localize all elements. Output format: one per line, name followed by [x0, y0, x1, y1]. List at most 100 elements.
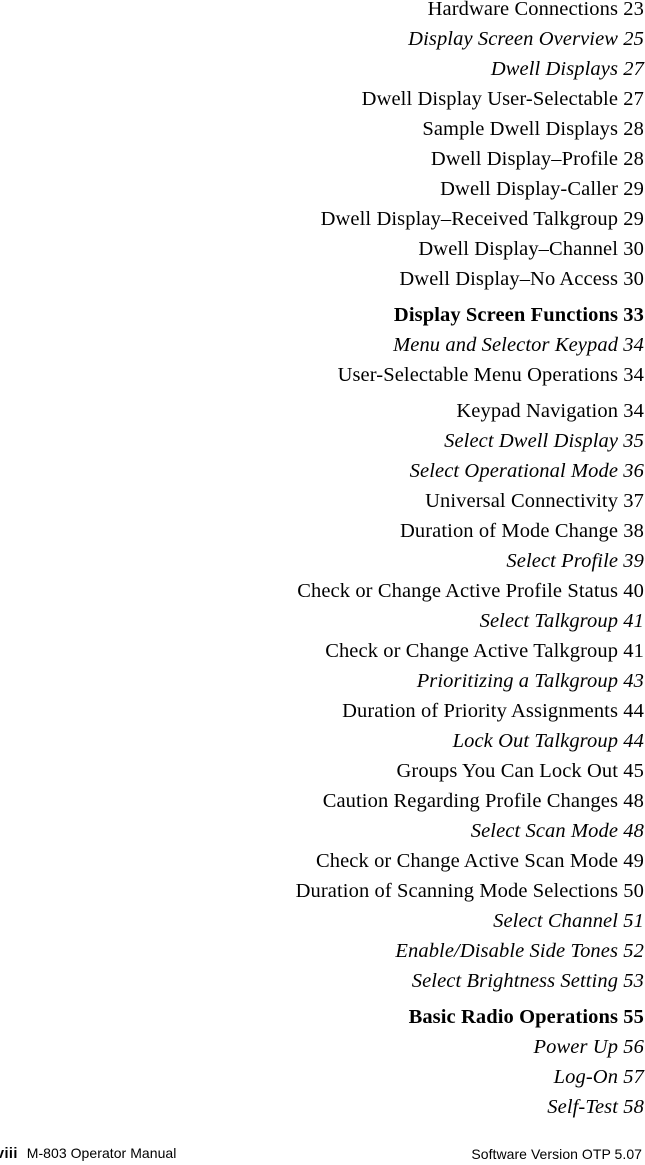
toc-entry[interactable]: Basic Radio Operations 55 — [0, 1002, 644, 1032]
toc-entry-page-number: 41 — [623, 610, 644, 632]
toc-entry[interactable]: Groups You Can Lock Out 45 — [0, 756, 644, 786]
toc-entry[interactable]: Power Up 56 — [0, 1032, 644, 1062]
toc-entry[interactable]: Caution Regarding Profile Changes 48 — [0, 786, 644, 816]
toc-entry[interactable]: Select Talkgroup 41 — [0, 606, 644, 636]
toc-entry-title: Dwell Display User-Selectable — [361, 88, 619, 110]
toc-entry-page-number: 48 — [623, 820, 644, 842]
toc-entry[interactable]: Select Scan Mode 48 — [0, 816, 644, 846]
toc-entry-title: Keypad Navigation — [456, 400, 619, 422]
toc-entry-page-number: 34 — [623, 400, 644, 422]
toc-entry-title: Dwell Display-Caller — [440, 178, 619, 200]
toc-entry[interactable]: Dwell Display-Caller 29 — [0, 174, 644, 204]
toc-entry[interactable]: Display Screen Functions 33 — [0, 300, 644, 330]
toc-entry[interactable]: Dwell Display–Channel 30 — [0, 234, 644, 264]
toc-entry[interactable]: Check or Change Active Scan Mode 49 — [0, 846, 644, 876]
toc-entry-page-number: 38 — [623, 520, 644, 542]
toc-entry-page-number: 56 — [623, 1036, 644, 1058]
toc-entry-title: Lock Out Talkgroup — [452, 730, 619, 752]
toc-entry[interactable]: Universal Connectivity 37 — [0, 486, 644, 516]
toc-entry-page-number: 34 — [623, 364, 644, 386]
toc-entry[interactable]: Select Profile 39 — [0, 546, 644, 576]
toc-entry-title: Menu and Selector Keypad — [393, 334, 619, 356]
toc-entry-page-number: 37 — [623, 490, 644, 512]
toc-entry[interactable]: Enable/Disable Side Tones 52 — [0, 936, 644, 966]
toc-entry-page-number: 49 — [623, 850, 644, 872]
toc-entry[interactable]: Dwell Display–Profile 28 — [0, 144, 644, 174]
toc-entry[interactable]: User-Selectable Menu Operations 34 — [0, 360, 644, 390]
toc-entry-title: Dwell Display–Channel — [418, 238, 619, 260]
toc-entry-page-number: 30 — [623, 238, 644, 260]
toc-entry-page-number: 45 — [623, 760, 644, 782]
toc-entry[interactable]: Dwell Displays 27 — [0, 54, 644, 84]
toc-entry[interactable]: Self-Test 58 — [0, 1092, 644, 1122]
toc-entry-title: Enable/Disable Side Tones — [395, 940, 619, 962]
toc-entry-title: Basic Radio Operations — [408, 1006, 619, 1028]
toc-entry[interactable]: Lock Out Talkgroup 44 — [0, 726, 644, 756]
page-footer: viii M-803 Operator Manual Software Vers… — [0, 1119, 645, 1165]
toc-entry-page-number: 44 — [623, 700, 644, 722]
toc-entry-title: Dwell Displays — [490, 58, 619, 80]
toc-entry-title: Select Scan Mode — [470, 820, 619, 842]
toc-entry[interactable]: Dwell Display–No Access 30 — [0, 264, 644, 294]
toc-entry[interactable]: Prioritizing a Talkgroup 43 — [0, 666, 644, 696]
toc-entry-page-number: 51 — [623, 910, 644, 932]
toc-entry[interactable]: Display Screen Overview 25 — [0, 24, 644, 54]
toc-entry-title: Dwell Display–Profile — [430, 148, 619, 170]
toc-entry[interactable]: Duration of Priority Assignments 44 — [0, 696, 644, 726]
toc-entry-page-number: 58 — [623, 1096, 644, 1118]
toc-entry-title: Select Channel — [493, 910, 619, 932]
toc-entry-page-number: 23 — [623, 0, 644, 20]
toc-entry[interactable]: Keypad Navigation 34 — [0, 396, 644, 426]
toc-entry-page-number: 34 — [623, 334, 644, 356]
toc-entry-title: Hardware Connections — [427, 0, 619, 20]
toc-entry[interactable]: Sample Dwell Displays 28 — [0, 114, 644, 144]
toc-entry-page-number: 36 — [623, 460, 644, 482]
toc-entry[interactable]: Hardware Connections 23 — [0, 0, 644, 24]
manual-title: M-803 Operator Manual — [26, 1145, 177, 1161]
toc-entry-title: Self-Test — [547, 1096, 619, 1118]
toc-entry-title: Select Operational Mode — [409, 460, 619, 482]
software-version-label: Software Version OTP 5.07 — [471, 1146, 642, 1162]
toc-entry-page-number: 27 — [623, 58, 644, 80]
toc-entry-title: Display Screen Overview — [408, 28, 619, 50]
toc-entry[interactable]: Select Brightness Setting 53 — [0, 966, 644, 996]
toc-entry[interactable]: Select Channel 51 — [0, 906, 644, 936]
toc-entry-page-number: 27 — [623, 88, 644, 110]
toc-entry[interactable]: Check or Change Active Profile Status 40 — [0, 576, 644, 606]
toc-entry-page-number: 33 — [623, 304, 644, 326]
toc-entry-page-number: 28 — [623, 118, 644, 140]
toc-entry-page-number: 52 — [623, 940, 644, 962]
toc-entry-title: Select Dwell Display — [444, 430, 619, 452]
toc-entry-title: Check or Change Active Scan Mode — [315, 850, 619, 872]
toc-entry[interactable]: Duration of Mode Change 38 — [0, 516, 644, 546]
toc-entry-page-number: 29 — [623, 208, 644, 230]
table-of-contents-list: Hardware Connections 23 Display Screen Ov… — [0, 0, 645, 1122]
toc-entry-page-number: 48 — [623, 790, 644, 812]
toc-entry-title: Power Up — [533, 1036, 619, 1058]
toc-entry-page-number: 25 — [623, 28, 644, 50]
toc-entry-page-number: 43 — [623, 670, 644, 692]
footer-left-group: viii M-803 Operator Manual — [0, 1145, 176, 1162]
toc-entry-title: Dwell Display–Received Talkgroup — [320, 208, 619, 230]
toc-entry[interactable]: Menu and Selector Keypad 34 — [0, 330, 644, 360]
toc-entry[interactable]: Log-On 57 — [0, 1062, 644, 1092]
toc-entry-page-number: 44 — [623, 730, 644, 752]
toc-entry-title: Log-On — [553, 1066, 619, 1088]
toc-entry[interactable]: Dwell Display User-Selectable 27 — [0, 84, 644, 114]
toc-entry-page-number: 55 — [623, 1006, 644, 1028]
toc-entry-page-number: 30 — [623, 268, 644, 290]
toc-entry[interactable]: Select Dwell Display 35 — [0, 426, 644, 456]
toc-entry-title: Select Talkgroup — [479, 610, 619, 632]
toc-entry-title: Select Brightness Setting — [411, 970, 619, 992]
toc-entry-title: Duration of Priority Assignments — [342, 700, 619, 722]
toc-entry-page-number: 53 — [623, 970, 644, 992]
toc-entry-page-number: 40 — [623, 580, 644, 602]
toc-entry-title: Duration of Scanning Mode Selections — [295, 880, 619, 902]
toc-entry[interactable]: Check or Change Active Talkgroup 41 — [0, 636, 644, 666]
toc-entry-title: Select Profile — [506, 550, 619, 572]
toc-entry-title: Display Screen Functions — [393, 304, 619, 326]
toc-entry[interactable]: Select Operational Mode 36 — [0, 456, 644, 486]
toc-entry-title: Caution Regarding Profile Changes — [322, 790, 619, 812]
toc-entry[interactable]: Dwell Display–Received Talkgroup 29 — [0, 204, 644, 234]
toc-entry[interactable]: Duration of Scanning Mode Selections 50 — [0, 876, 644, 906]
